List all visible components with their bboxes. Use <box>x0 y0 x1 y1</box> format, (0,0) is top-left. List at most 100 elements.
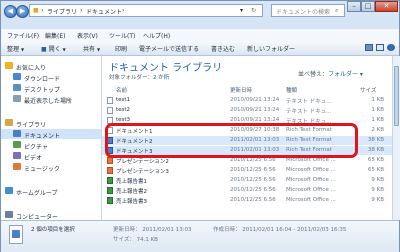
homegroup-icon <box>5 187 13 194</box>
sidebar-item[interactable]: ライブラリ <box>1 118 101 129</box>
column-headers: 名前 更新日時 種類 サイズ <box>102 86 392 94</box>
ppt-file-icon <box>107 167 113 174</box>
file-name: test2 <box>116 107 131 113</box>
file-size: 1 KB <box>371 97 384 103</box>
file-row[interactable]: 売上報告書2 2010/12/25 6:56 Microsoft Office ..… <box>102 186 392 195</box>
file-row[interactable]: 売上報告書3 2010/12/25 6:56 Microsoft Office ..… <box>102 196 392 205</box>
sidebar-item[interactable]: ドキュメント <box>1 129 101 140</box>
created-date: 作成日時： 2011/02/01 16:04 - 2011/02/03 16:3… <box>213 227 347 233</box>
menu-view[interactable]: 表示(V) <box>77 31 98 40</box>
sidebar-item[interactable]: コンピューター <box>1 210 101 220</box>
maximize-button[interactable]: □ <box>361 1 375 12</box>
breadcrumb-documents[interactable]: ドキュメント <box>86 7 122 16</box>
file-row[interactable]: 売上報告書1 2010/12/25 6:56 Microsoft Office ..… <box>102 176 392 185</box>
column-name[interactable]: 名前 <box>116 86 127 94</box>
preview-pane-icon[interactable] <box>376 44 384 51</box>
library-folder-icon: ■ <box>33 7 39 14</box>
navigation-pane: お気に入り ダウンロード デスクトップ最近表示した場所ライブラリドキュメント ピクチャ… <box>1 56 102 220</box>
title-bar: ◀ ▶ ■ › ライブラリ › ドキュメント › ▾ ↻ ドキュメントの検索 ⌕… <box>1 1 399 29</box>
search-input[interactable]: ドキュメントの検索 ⌕ <box>271 4 345 17</box>
scrollbar-thumb[interactable] <box>394 66 399 126</box>
sidebar-item[interactable]: ホームグループ <box>1 186 101 197</box>
burn-button[interactable]: 書き込む <box>211 44 235 53</box>
target-folders-link[interactable]: 2 か所 <box>153 75 169 81</box>
sidebar-item-label: コンピューター <box>16 214 59 220</box>
sidebar-item-label: ライブラリ <box>16 122 47 129</box>
help-icon[interactable] <box>387 44 395 51</box>
refresh-icon[interactable]: ↻ <box>251 7 256 14</box>
search-icon[interactable]: ⌕ <box>335 7 338 15</box>
sidebar-item-label: ミュージック <box>24 166 60 173</box>
file-size: 65 KB <box>367 157 384 163</box>
xls-file-icon <box>107 177 113 184</box>
menu-file[interactable]: ファイル(F) <box>7 31 39 40</box>
star-icon <box>5 62 13 69</box>
open-icon: ■ <box>41 46 47 53</box>
file-name: プレゼンテーション3 <box>116 169 169 175</box>
arrange-by-label: 並べ替え： <box>298 71 329 78</box>
modified-date: 更新日時： 2011/02/01 13:03 <box>113 227 192 233</box>
command-bar: 整理 ▼ ■ 開く ▼ 共有 ▼ 印刷 電子メールで送信する 書き込む 新しいフォルダ… <box>1 41 399 56</box>
breadcrumb-libraries[interactable]: ライブラリ <box>47 7 77 16</box>
sidebar-item-label: ビデオ <box>24 155 43 162</box>
library-icon <box>5 119 13 126</box>
forward-button[interactable]: ▶ <box>16 5 29 18</box>
file-date: 2010/12/25 6:56 <box>230 187 276 193</box>
address-bar[interactable]: ■ › ライブラリ › ドキュメント › ▾ ↻ <box>29 4 263 17</box>
file-row[interactable]: test2 2010/09/21 13:24 テキスト ドキュ... 1 KB <box>102 106 392 115</box>
file-type: テキスト ドキュ... <box>286 99 332 105</box>
menu-edit[interactable]: 編集(E) <box>45 31 65 40</box>
sidebar-item[interactable]: お気に入り <box>1 61 101 72</box>
computer-icon <box>5 211 13 218</box>
change-view-icon[interactable] <box>365 44 373 51</box>
file-row[interactable]: test1 2010/09/21 13:24 テキスト ドキュ... 1 KB <box>102 96 392 105</box>
file-name: 売上報告書3 <box>116 199 147 205</box>
sidebar-item-label: ホームグループ <box>16 190 58 197</box>
xls-file-icon <box>107 197 113 204</box>
breadcrumb-separator: › <box>41 7 44 14</box>
chevron-down-icon: ▼ <box>21 47 25 52</box>
file-date: 2010/12/25 6:56 <box>230 167 276 173</box>
txt-file-icon <box>107 107 113 114</box>
arrange-by-dropdown[interactable]: フォルダー ▾ <box>328 71 363 78</box>
close-button[interactable]: ✕ <box>375 1 398 12</box>
document-icon <box>9 225 23 244</box>
sidebar-item-label: ドキュメント <box>24 133 61 140</box>
organize-button[interactable]: 整理 ▼ <box>7 44 24 53</box>
email-button[interactable]: 電子メールで送信する <box>139 44 199 53</box>
file-type: テキスト ドキュ... <box>286 109 332 115</box>
details-pane: 2 個の項目を選択 更新日時： 2011/02/01 13:03 作成日時： 2… <box>1 220 399 252</box>
menu-tools[interactable]: ツール(T) <box>109 31 135 40</box>
window-controls: – □ ✕ <box>347 1 399 13</box>
music-icon <box>13 163 21 170</box>
pictures-icon <box>13 141 21 148</box>
menu-help[interactable]: ヘルプ(H) <box>143 31 170 40</box>
file-date: 2010/09/21 13:24 <box>230 107 280 113</box>
sidebar-item[interactable]: ダウンロード <box>1 72 101 83</box>
share-button[interactable]: 共有 ▼ <box>83 44 100 53</box>
minimize-button[interactable]: – <box>347 1 361 12</box>
column-type[interactable]: 種類 <box>286 86 297 94</box>
view-options <box>365 43 397 53</box>
vertical-scrollbar[interactable] <box>392 56 400 220</box>
txt-file-icon <box>107 97 113 104</box>
organize-label: 整理 <box>7 46 20 53</box>
address-dropdown-icon[interactable]: ▾ <box>240 7 243 14</box>
column-size[interactable]: サイズ <box>360 86 376 94</box>
column-date[interactable]: 更新日時 <box>230 86 252 94</box>
new-folder-button[interactable]: 新しいフォルダー <box>247 44 295 53</box>
sidebar-item[interactable]: デスクトップ <box>1 83 101 94</box>
sidebar-item-label: 最近表示した場所 <box>24 98 73 105</box>
file-date: 2010/09/21 13:24 <box>230 97 280 103</box>
sidebar-item[interactable]: ミュージック <box>1 162 101 173</box>
sidebar-item[interactable]: ピクチャ <box>1 140 101 151</box>
file-date: 2010/12/25 6:56 <box>230 177 276 183</box>
desktop-icon <box>13 84 21 91</box>
file-row[interactable]: プレゼンテーション3 2010/12/25 6:56 Microsoft Offic… <box>102 166 392 175</box>
sidebar-item[interactable]: 最近表示した場所 <box>1 94 101 105</box>
open-button[interactable]: ■ 開く ▼ <box>41 44 66 53</box>
chevron-down-icon: ▼ <box>62 47 66 52</box>
sidebar-item[interactable]: ビデオ <box>1 151 101 162</box>
print-button[interactable]: 印刷 <box>115 44 127 53</box>
file-type: Microsoft Office ... <box>286 177 336 183</box>
